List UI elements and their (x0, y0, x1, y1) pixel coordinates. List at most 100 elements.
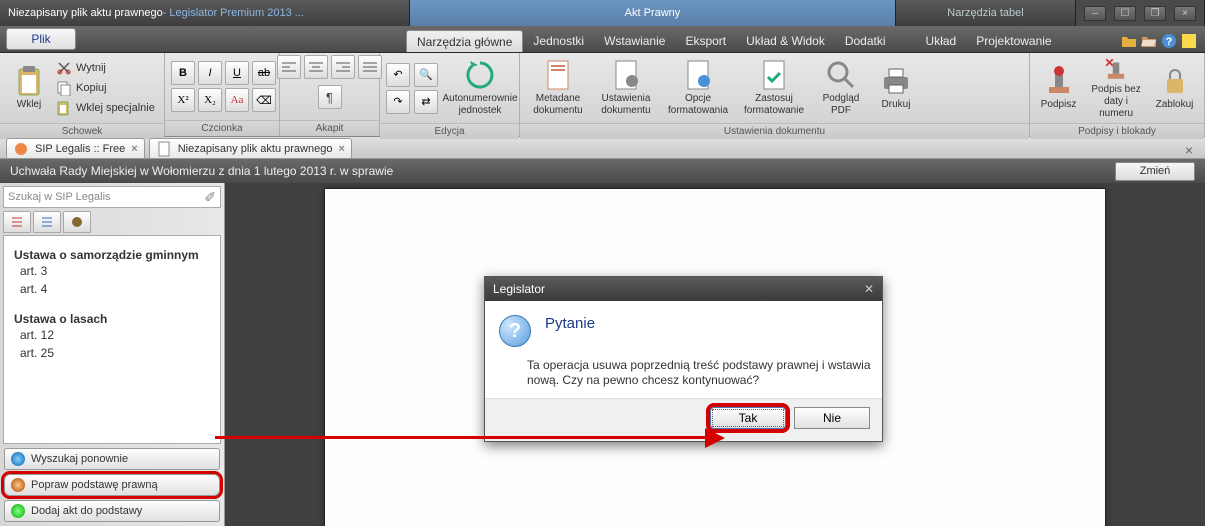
tab-design[interactable]: Projektowanie (966, 30, 1061, 52)
doctabs-close-all[interactable]: × (1179, 142, 1199, 158)
document-icon (542, 59, 574, 91)
tab-addons[interactable]: Dodatki (835, 30, 896, 52)
dialog-titlebar[interactable]: Legislator ✕ (485, 277, 882, 301)
bold-button[interactable]: B (171, 61, 195, 85)
find-button[interactable]: 🔍 (414, 63, 438, 87)
change-button[interactable]: Zmień (1115, 162, 1195, 181)
align-left-button[interactable] (277, 55, 301, 79)
italic-button[interactable]: I (198, 61, 222, 85)
superscript-button[interactable]: X² (171, 88, 195, 112)
paste-special-icon (56, 100, 72, 116)
paste-special-label: Wklej specjalnie (76, 102, 155, 114)
sidebar: Szukaj w SIP Legalis ✐ Ustawa o samorząd… (0, 183, 225, 526)
redo-button[interactable]: ↷ (386, 90, 410, 114)
maximize-button[interactable]: ☐ (1114, 6, 1136, 21)
strike-button[interactable]: ab (252, 61, 276, 85)
folder-open-icon[interactable] (1141, 33, 1157, 49)
tab-export[interactable]: Eksport (675, 30, 736, 52)
minitab-3[interactable] (63, 211, 91, 233)
document-apply-icon (758, 59, 790, 91)
align-justify-button[interactable] (358, 55, 382, 79)
metadata-button[interactable]: Metadane dokumentu (526, 55, 590, 121)
eraser-icon[interactable]: ✐ (204, 189, 216, 206)
title-bars: Niezapisany plik aktu prawnego - Legisla… (0, 0, 1205, 26)
align-right-button[interactable] (331, 55, 355, 79)
minitab-2[interactable] (33, 211, 61, 233)
outline-art-25[interactable]: art. 25 (14, 344, 210, 362)
doctab-unsaved-label: Niezapisany plik aktu prawnego (178, 143, 333, 155)
tab-main-label: Narzędzia główne (417, 35, 512, 49)
context2-label: Narzędzia tabel (947, 7, 1023, 19)
tab-layoutview-label: Układ & Widok (746, 34, 825, 48)
tab-layout-label: Układ (926, 34, 957, 48)
doctab-unsaved-close[interactable]: × (338, 143, 344, 155)
minitab-1[interactable] (3, 211, 31, 233)
applyfmt-button[interactable]: Zastosuj formatowanie (738, 55, 810, 121)
tab-insert-label: Wstawianie (604, 34, 665, 48)
search-again-button[interactable]: Wyszukaj ponownie (4, 448, 220, 470)
tab-units[interactable]: Jednostki (523, 30, 594, 52)
tab-main[interactable]: Narzędzia główne (406, 30, 523, 52)
outline-art-12[interactable]: art. 12 (14, 326, 210, 344)
help-icon[interactable]: ? (1161, 33, 1177, 49)
sign-nodate-button[interactable]: Podpis bez daty i numeru (1085, 55, 1147, 121)
replace-button[interactable]: ⇄ (414, 90, 438, 114)
restore-button[interactable]: ❐ (1144, 6, 1166, 21)
folder-icon[interactable] (1121, 33, 1137, 49)
sign-button[interactable]: Podpisz (1036, 55, 1081, 121)
add-act-button[interactable]: Dodaj akt do podstawy (4, 500, 220, 522)
window-title: Niezapisany plik aktu prawnego - Legisla… (0, 0, 410, 26)
change-label: Zmień (1140, 165, 1171, 177)
sidebar-buttons: Wyszukaj ponownie Popraw podstawę prawną… (0, 444, 224, 526)
sidebar-content: Ustawa o samorządzie gminnym art. 3 art.… (3, 235, 221, 444)
group-font-label: Czcionka (165, 120, 279, 136)
metadata-label: Metadane dokumentu (529, 93, 587, 117)
cut-button[interactable]: Wytnij (56, 58, 155, 78)
copy-label: Kopiuj (76, 82, 107, 94)
autonumber-button[interactable]: Autonumerownie jednostek (442, 55, 518, 121)
pdfpreview-button[interactable]: Podgląd PDF (814, 55, 868, 121)
clear-format-button[interactable]: ⌫ (252, 88, 276, 112)
dialog-no-button[interactable]: Nie (794, 407, 870, 429)
subscript-button[interactable]: X₂ (198, 88, 222, 112)
doctab-sip-close[interactable]: × (131, 143, 137, 155)
font-color-button[interactable]: Aa (225, 88, 249, 112)
paste-button[interactable]: Wklej (6, 55, 52, 121)
ribbon-tab-row: Plik Narzędzia główne Jednostki Wstawian… (0, 26, 1205, 53)
group-docsettings: Metadane dokumentu Ustawienia dokumentu … (520, 53, 1030, 136)
tab-layoutview[interactable]: Układ & Widok (736, 30, 835, 52)
document-options-icon (682, 59, 714, 91)
paste-special-button[interactable]: Wklej specjalnie (56, 98, 155, 118)
fix-basis-button[interactable]: Popraw podstawę prawną (4, 474, 220, 496)
file-menu-button[interactable]: Plik (6, 28, 76, 50)
contextual-tab-title-2: Narzędzia tabel (896, 0, 1076, 26)
dialog-yes-button[interactable]: Tak (710, 407, 786, 429)
outline-art-4[interactable]: art. 4 (14, 280, 210, 298)
doctab-unsaved[interactable]: Niezapisany plik aktu prawnego × (149, 138, 352, 158)
minimize-button[interactable]: – (1084, 6, 1106, 21)
align-center-button[interactable] (304, 55, 328, 79)
dialog-heading: Pytanie (545, 315, 595, 332)
fmtopts-button[interactable]: Opcje formatowania (662, 55, 734, 121)
fix-basis-label: Popraw podstawę prawną (31, 479, 158, 491)
docsettings-button[interactable]: Ustawienia dokumentu (594, 55, 658, 121)
lock-button[interactable]: Zablokuj (1151, 55, 1198, 121)
copy-button[interactable]: Kopiuj (56, 78, 155, 98)
pilcrow-button[interactable]: ¶ (318, 85, 342, 109)
dialog-close-button[interactable]: ✕ (864, 282, 874, 296)
doctab-sip[interactable]: SIP Legalis :: Free × (6, 138, 145, 158)
tab-insert[interactable]: Wstawianie (594, 30, 675, 52)
print-button[interactable]: Drukuj (872, 55, 920, 121)
undo-button[interactable]: ↶ (386, 63, 410, 87)
underline-button[interactable]: U (225, 61, 249, 85)
search-input[interactable]: Szukaj w SIP Legalis ✐ (3, 186, 221, 208)
group-clipboard: Wklej Wytnij Kopiuj Wklej specjalnie Sch… (0, 53, 165, 136)
close-button[interactable]: × (1174, 6, 1196, 21)
group-paragraph-label: Akapit (280, 120, 379, 136)
refresh-icon (464, 59, 496, 91)
note-icon[interactable] (1181, 33, 1197, 49)
stamp-x-icon (1100, 56, 1132, 82)
autonumber-label: Autonumerownie jednostek (442, 93, 517, 117)
tab-layout[interactable]: Układ (916, 30, 967, 52)
outline-art-3[interactable]: art. 3 (14, 262, 210, 280)
